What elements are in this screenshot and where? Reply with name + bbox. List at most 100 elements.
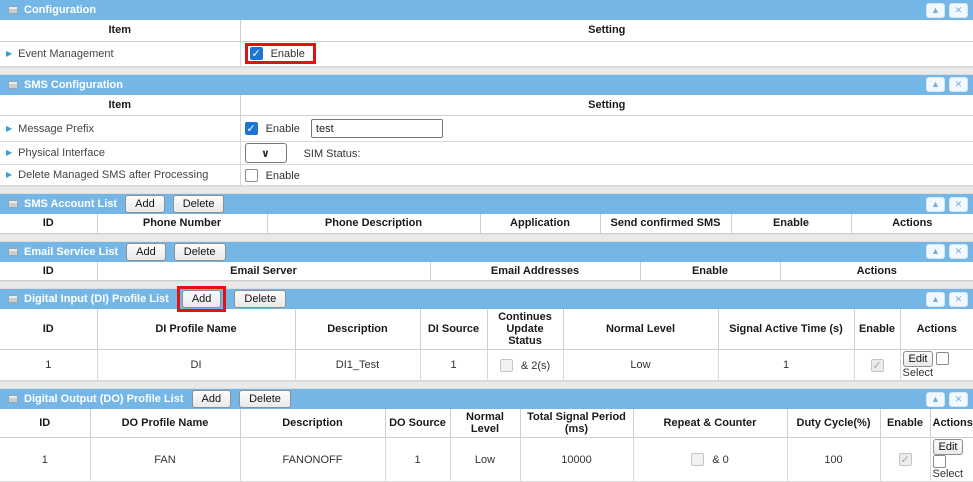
sms-account-delete-button[interactable]: Delete (173, 195, 225, 213)
do-normal-level-cell: Low (450, 438, 520, 482)
message-prefix-enable-checkbox[interactable] (245, 122, 258, 135)
close-icon[interactable]: ✕ (949, 77, 968, 92)
row-physical-interface: ▶Physical Interface ∨ SIM Status: (0, 142, 973, 165)
collapse-icon[interactable]: ▲ (926, 197, 945, 212)
column-header: Continues Update Status (487, 309, 563, 350)
di-edit-button[interactable]: Edit (903, 351, 934, 367)
close-icon[interactable]: ✕ (949, 392, 968, 407)
do-select-checkbox[interactable] (933, 455, 946, 468)
event-management-enable-checkbox[interactable] (250, 47, 263, 60)
do-total-signal-period-cell: 10000 (520, 438, 633, 482)
message-prefix-input[interactable] (311, 119, 443, 138)
close-icon[interactable]: ✕ (949, 292, 968, 307)
column-header: ID (0, 214, 97, 233)
row-message-prefix: ▶Message Prefix Enable (0, 116, 973, 142)
column-header-setting: Setting (240, 95, 973, 116)
column-header: Email Server (97, 262, 430, 281)
column-header: DI Source (420, 309, 487, 350)
table-row-di-profile: 1 DI DI1_Test 1 & 2(s) Low 1 Edit Select (0, 350, 973, 381)
panel-configuration-header: Configuration ▲ ✕ (0, 0, 973, 20)
column-header: Phone Description (267, 214, 480, 233)
do-profile-add-button[interactable]: Add (192, 390, 232, 408)
di-normal-level-cell: Low (563, 350, 718, 381)
section-divider (0, 234, 973, 242)
email-service-delete-button[interactable]: Delete (174, 243, 226, 261)
di-profile-add-button[interactable]: Add (182, 290, 222, 308)
di-profile-delete-button[interactable]: Delete (234, 290, 286, 308)
di-actions-cell: Edit Select (900, 350, 973, 381)
column-header: Duty Cycle(%) (787, 409, 880, 438)
enable-label: Enable (271, 48, 305, 60)
column-header: Total Signal Period (ms) (520, 409, 633, 438)
repeat-counter-checkbox (691, 453, 704, 466)
item-label: Event Management (18, 48, 113, 60)
window-icon (8, 395, 18, 403)
continues-update-text: & 2(s) (521, 360, 550, 372)
di-continues-update-cell: & 2(s) (487, 350, 563, 381)
column-header-setting: Setting (240, 20, 973, 41)
item-label: Delete Managed SMS after Processing (18, 169, 208, 181)
panel-title: Digital Input (DI) Profile List (24, 293, 169, 305)
do-duty-cycle-cell: 100 (787, 438, 880, 482)
row-event-management: ▶ Event Management Enable (0, 41, 973, 66)
close-icon[interactable]: ✕ (949, 244, 968, 259)
panel-email-service-list: Email Service List Add Delete ▲ ✕ ID Ema… (0, 242, 973, 282)
column-header-item: Item (0, 95, 240, 116)
item-bullet-icon: ▶ (6, 49, 12, 58)
do-enable-checkbox (899, 453, 912, 466)
close-icon[interactable]: ✕ (949, 3, 968, 18)
column-header: Application (480, 214, 600, 233)
panel-di-profile-list: Digital Input (DI) Profile List Add Dele… (0, 289, 973, 381)
column-header: Repeat & Counter (633, 409, 787, 438)
di-profile-table: ID DI Profile Name Description DI Source… (0, 309, 973, 381)
item-bullet-icon: ▶ (6, 148, 12, 157)
panel-title: Configuration (24, 4, 96, 16)
column-header: Enable (731, 214, 851, 233)
do-profile-delete-button[interactable]: Delete (239, 390, 291, 408)
di-enable-checkbox (871, 359, 884, 372)
panel-do-profile-list: Digital Output (DO) Profile List Add Del… (0, 389, 973, 482)
physical-interface-select[interactable]: ∨ (245, 143, 287, 163)
section-divider (0, 186, 973, 194)
highlight-box-di-add: Add (177, 286, 227, 312)
window-icon (8, 200, 18, 208)
delete-managed-sms-enable-checkbox[interactable] (245, 169, 258, 182)
section-divider (0, 67, 973, 75)
do-edit-button[interactable]: Edit (933, 439, 964, 455)
window-icon (8, 6, 18, 14)
window-icon (8, 295, 18, 303)
panel-title: SMS Account List (24, 198, 117, 210)
configuration-table: Item Setting ▶ Event Management Enable (0, 20, 973, 67)
select-label: Select (903, 367, 934, 379)
collapse-icon[interactable]: ▲ (926, 244, 945, 259)
di-select-checkbox[interactable] (936, 352, 949, 365)
chevron-down-icon: ∨ (261, 147, 270, 160)
column-header: Actions (930, 409, 973, 438)
column-header: Actions (900, 309, 973, 350)
window-icon (8, 81, 18, 89)
email-service-add-button[interactable]: Add (126, 243, 166, 261)
column-header: Actions (851, 214, 973, 233)
close-icon[interactable]: ✕ (949, 197, 968, 212)
item-bullet-icon: ▶ (6, 124, 12, 133)
di-description-cell: DI1_Test (295, 350, 420, 381)
column-header: Enable (880, 409, 930, 438)
column-header: Description (240, 409, 385, 438)
collapse-icon[interactable]: ▲ (926, 392, 945, 407)
select-label: Select (933, 468, 964, 480)
panel-di-profile-list-header: Digital Input (DI) Profile List Add Dele… (0, 289, 973, 309)
column-header: DO Profile Name (90, 409, 240, 438)
column-header: Email Addresses (430, 262, 640, 281)
collapse-icon[interactable]: ▲ (926, 3, 945, 18)
collapse-icon[interactable]: ▲ (926, 292, 945, 307)
column-header: Normal Level (563, 309, 718, 350)
column-header-item: Item (0, 20, 240, 41)
sms-account-add-button[interactable]: Add (125, 195, 165, 213)
panel-sms-configuration-header: SMS Configuration ▲ ✕ (0, 75, 973, 95)
collapse-icon[interactable]: ▲ (926, 77, 945, 92)
panel-title: Digital Output (DO) Profile List (24, 393, 184, 405)
panel-do-profile-list-header: Digital Output (DO) Profile List Add Del… (0, 389, 973, 409)
panel-title: SMS Configuration (24, 79, 123, 91)
column-header: Send confirmed SMS (600, 214, 731, 233)
highlight-box-event-enable: Enable (245, 43, 316, 64)
